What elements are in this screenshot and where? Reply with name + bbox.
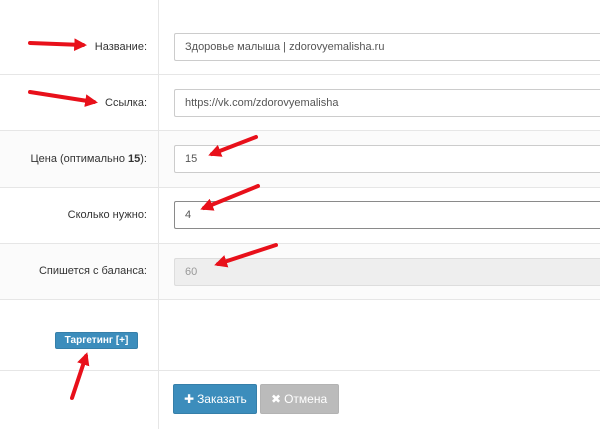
price-label-optimal: 15 [128, 153, 141, 165]
order-button[interactable]: ✚ Заказать [173, 384, 257, 414]
cancel-button-label: Отмена [284, 392, 328, 406]
count-label: Сколько нужно: [67, 209, 147, 221]
debit-label: Спишется с баланса: [38, 265, 147, 277]
price-label-suffix: ): [140, 153, 147, 165]
row-divider [0, 130, 600, 131]
row-divider [0, 187, 600, 188]
row-divider [0, 243, 600, 244]
targeting-toggle-button[interactable]: Таргетинг [+] [55, 332, 138, 349]
row-divider [0, 299, 600, 300]
price-input[interactable] [174, 145, 600, 173]
arrow-to-targeting-button [70, 352, 90, 400]
arrow-to-link-label [28, 90, 98, 107]
cancel-button[interactable]: ✖ Отмена [260, 384, 339, 414]
link-input[interactable] [174, 89, 600, 117]
close-icon: ✖ [271, 392, 282, 406]
link-label: Ссылка: [105, 97, 147, 109]
column-divider [158, 0, 159, 429]
count-input[interactable] [174, 201, 600, 229]
row-divider [0, 370, 600, 371]
price-label-prefix: Цена (оптимально [30, 153, 129, 165]
arrow-to-name-label [28, 38, 87, 52]
price-label: Цена (оптимально 15): [31, 153, 148, 165]
name-label: Название: [94, 41, 147, 53]
debit-input [174, 258, 600, 286]
plus-icon: ✚ [184, 392, 195, 406]
name-input[interactable] [174, 33, 600, 61]
order-button-label: Заказать [197, 392, 247, 406]
row-divider [0, 74, 600, 75]
